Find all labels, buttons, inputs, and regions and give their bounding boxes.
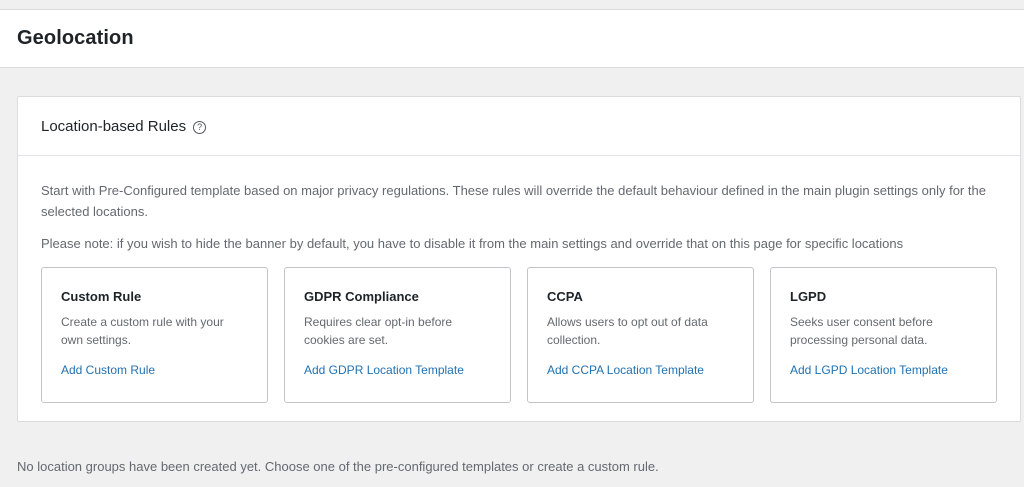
panel-note: Please note: if you wish to hide the ban… (41, 236, 904, 251)
card-text: Allows users to opt out of data collecti… (547, 315, 708, 347)
panel-title: Location-based Rules (41, 117, 187, 135)
location-rules-panel: Location-based Rules ? Start with Pre-Co… (17, 96, 1021, 422)
card-text: Seeks user consent before processing per… (790, 315, 933, 347)
card-text: Create a custom rule with your own setti… (61, 315, 224, 347)
card-title: LGPD (790, 289, 827, 304)
question-circle-icon[interactable]: ? (193, 120, 207, 134)
card-text: Requires clear opt-in before cookies are… (304, 315, 453, 347)
panel-body: Start with Pre-Configured template based… (18, 156, 1020, 403)
card-custom-rule: Custom Rule Create a custom rule with yo… (41, 267, 268, 403)
panel-header: Location-based Rules ? (18, 97, 1020, 156)
panel-description: Start with Pre-Configured template based… (41, 183, 986, 219)
card-lgpd: LGPD Seeks user consent before processin… (770, 267, 997, 403)
add-lgpd-template-link[interactable]: Add LGPD Location Template (790, 363, 948, 377)
card-title: Custom Rule (61, 289, 142, 304)
empty-state-message: No location groups have been created yet… (17, 459, 659, 474)
card-title: CCPA (547, 289, 583, 304)
card-gdpr: GDPR Compliance Requires clear opt-in be… (284, 267, 511, 403)
page-title: Geolocation (17, 27, 134, 49)
add-custom-rule-link[interactable]: Add Custom Rule (61, 363, 155, 377)
top-strip (0, 0, 1024, 10)
page-header: Geolocation (0, 10, 1024, 68)
card-ccpa: CCPA Allows users to opt out of data col… (527, 267, 754, 403)
template-cards: Custom Rule Create a custom rule with yo… (41, 267, 997, 403)
add-gdpr-template-link[interactable]: Add GDPR Location Template (304, 363, 464, 377)
card-title: GDPR Compliance (304, 289, 419, 304)
add-ccpa-template-link[interactable]: Add CCPA Location Template (547, 363, 704, 377)
